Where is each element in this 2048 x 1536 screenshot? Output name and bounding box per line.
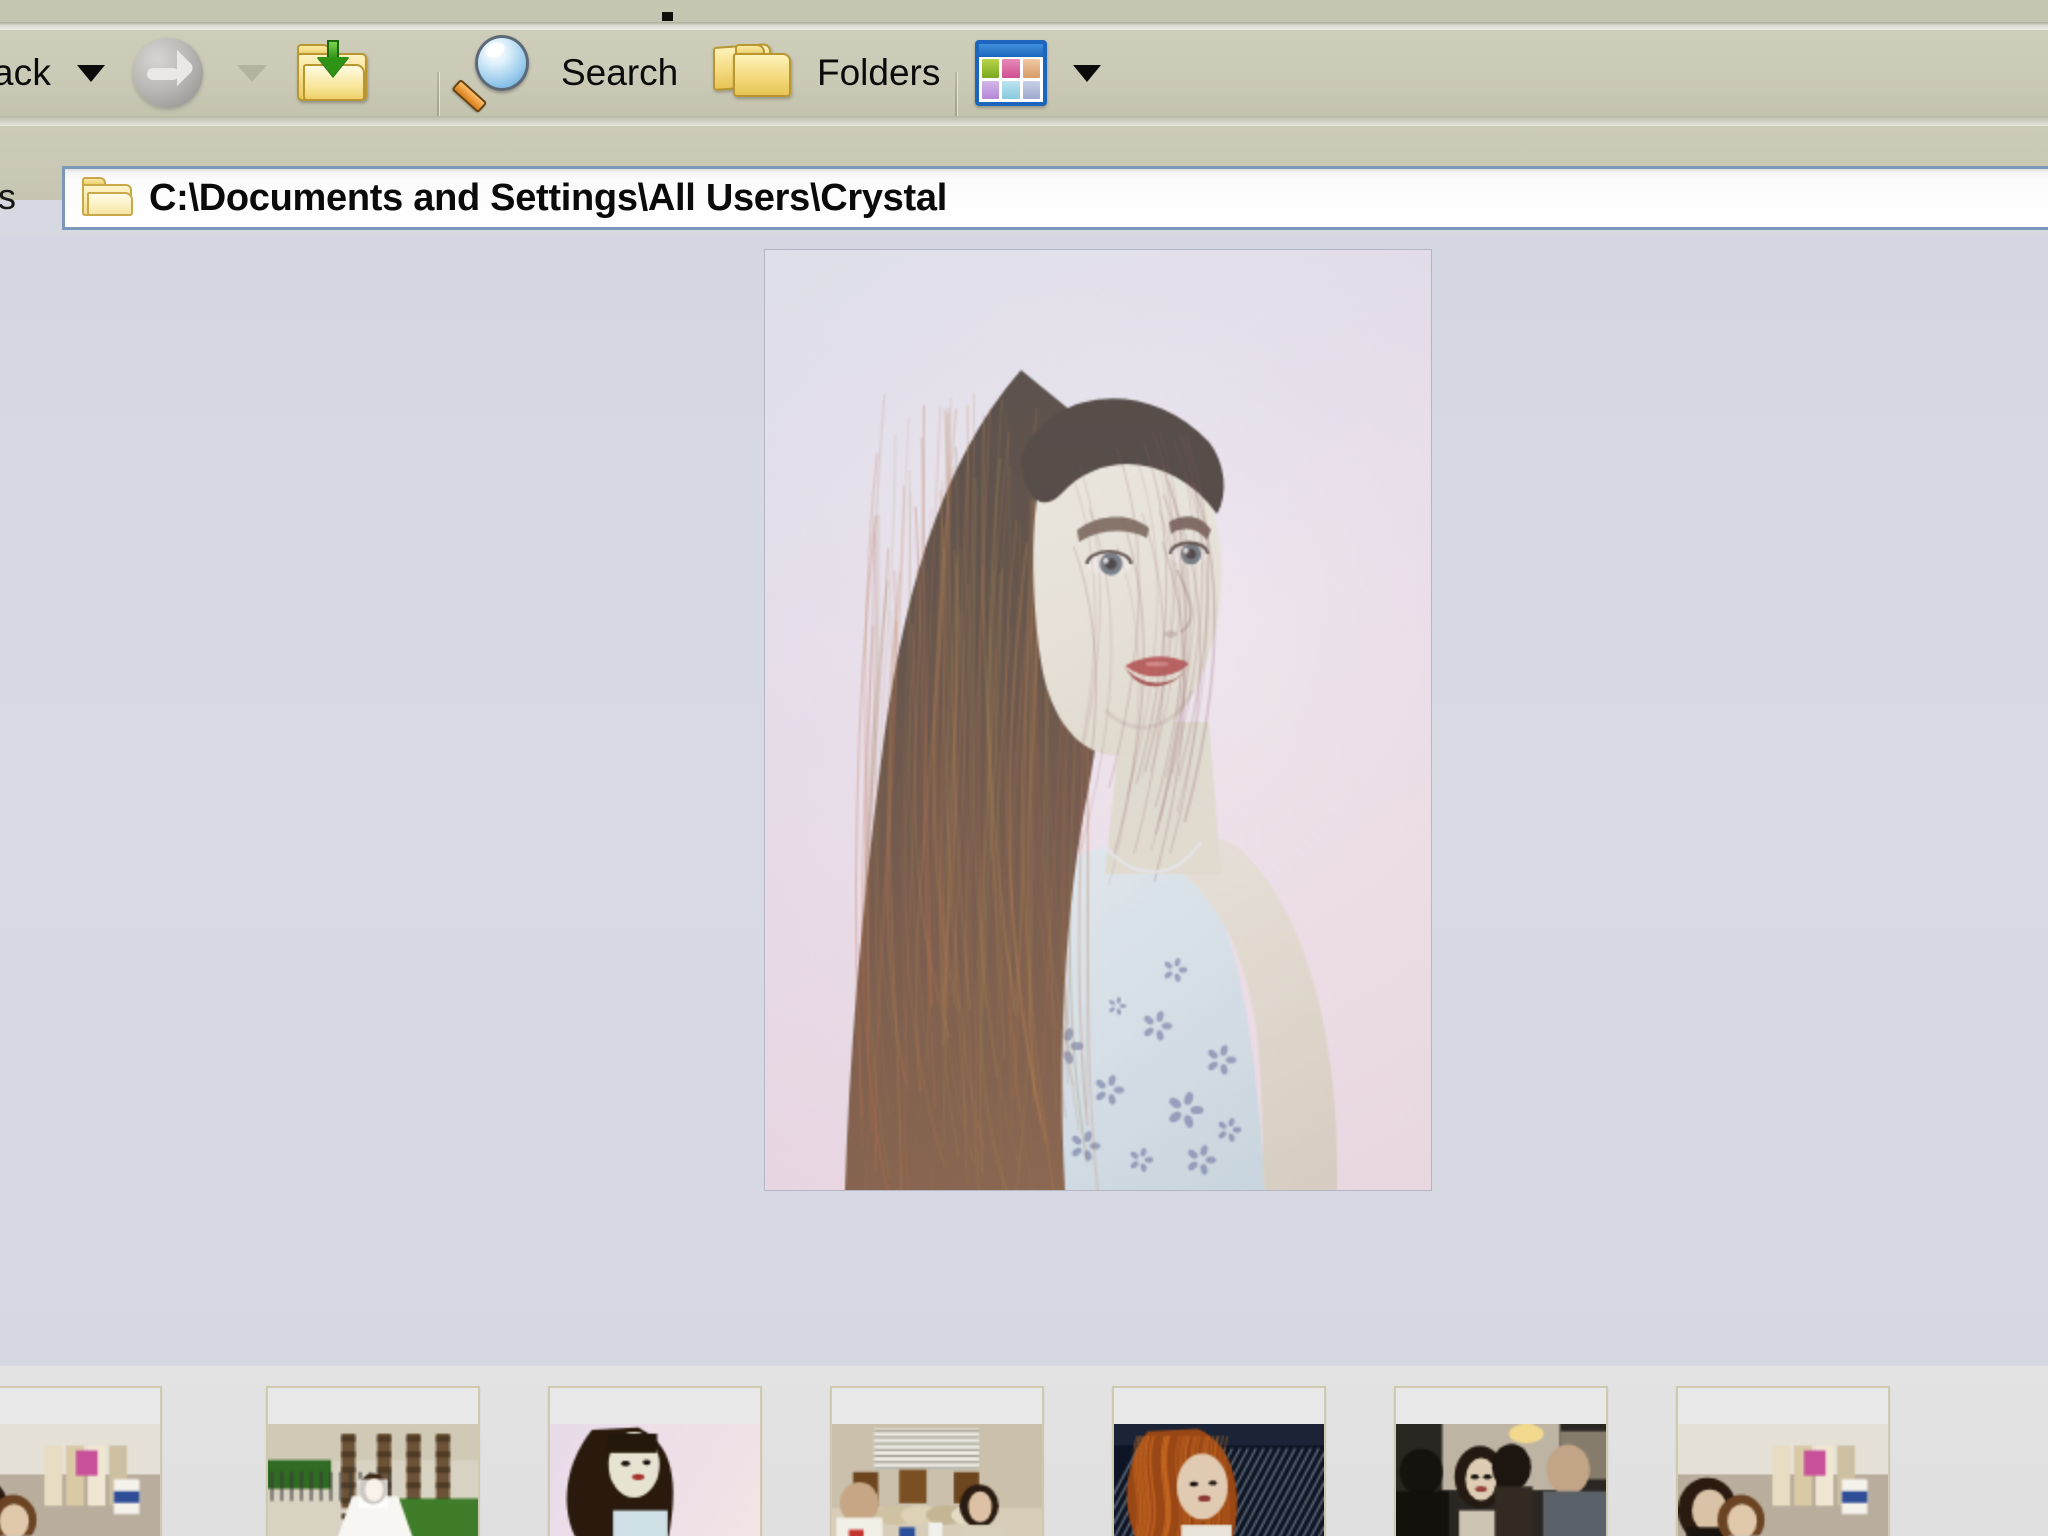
folders-icon bbox=[713, 41, 799, 105]
up-folder-button[interactable] bbox=[295, 30, 373, 116]
forward-dropdown[interactable] bbox=[237, 30, 267, 116]
thumbnail-image bbox=[0, 1424, 160, 1536]
folders-button-label: Folders bbox=[817, 52, 940, 94]
forward-button[interactable] bbox=[133, 30, 203, 116]
main-photo[interactable] bbox=[765, 250, 1431, 1190]
list-item[interactable] bbox=[266, 1386, 480, 1536]
search-button[interactable]: Search bbox=[455, 30, 678, 116]
folder-icon bbox=[81, 177, 135, 219]
list-item[interactable] bbox=[830, 1386, 1044, 1536]
toolbar: Back Search bbox=[0, 30, 2048, 116]
menu-text-clipped bbox=[662, 12, 673, 21]
thumbnail-image bbox=[1396, 1424, 1606, 1536]
thumbnail-image bbox=[832, 1424, 1042, 1536]
toolbar-bottom-bevel bbox=[0, 116, 2048, 126]
address-path-text: C:\Documents and Settings\All Users\Crys… bbox=[149, 177, 947, 220]
thumbnail-image bbox=[1114, 1424, 1324, 1536]
filmstrip-thumbnail-strip[interactable] bbox=[0, 1366, 2048, 1536]
back-button-label: Back bbox=[0, 52, 51, 94]
folders-button[interactable]: Folders bbox=[713, 30, 940, 116]
main-photo-image bbox=[765, 250, 1431, 1190]
filmstrip-viewer bbox=[0, 236, 2048, 1366]
list-item[interactable] bbox=[1112, 1386, 1326, 1536]
list-item[interactable] bbox=[548, 1386, 762, 1536]
address-input[interactable]: C:\Documents and Settings\All Users\Crys… bbox=[62, 166, 2048, 230]
back-button[interactable]: Back bbox=[0, 30, 105, 116]
menu-toolbar-divider bbox=[0, 22, 2048, 30]
explorer-window: Back Search bbox=[0, 0, 2048, 1536]
list-item[interactable] bbox=[0, 1386, 162, 1536]
views-button[interactable] bbox=[975, 30, 1101, 116]
search-button-label: Search bbox=[561, 52, 678, 94]
magnifier-icon bbox=[455, 33, 535, 113]
forward-arrow-icon bbox=[133, 38, 203, 108]
chevron-down-icon[interactable] bbox=[77, 65, 105, 82]
thumbnail-image bbox=[1678, 1424, 1888, 1536]
list-item[interactable] bbox=[1394, 1386, 1608, 1536]
thumbnail-image bbox=[268, 1424, 478, 1536]
chevron-down-icon bbox=[237, 65, 267, 82]
folder-up-icon bbox=[295, 40, 373, 106]
chevron-down-icon[interactable] bbox=[1073, 65, 1101, 82]
address-bar-label: ess bbox=[0, 176, 16, 218]
list-item[interactable] bbox=[1676, 1386, 1890, 1536]
thumbnail-image bbox=[550, 1424, 760, 1536]
views-icon bbox=[975, 40, 1047, 106]
menu-bar-sliver bbox=[0, 0, 2048, 22]
